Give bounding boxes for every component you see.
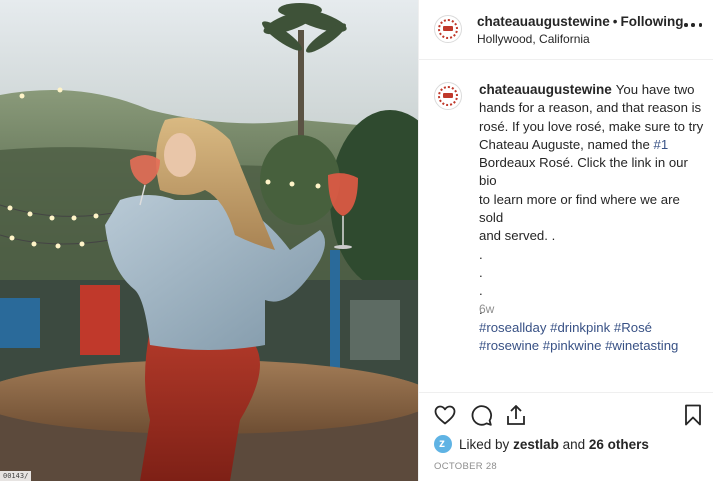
header-separator: • [612,14,618,29]
account-avatar[interactable] [434,15,462,43]
caption-avatar[interactable] [434,82,462,110]
caption-line-3: rosé. If you love rosé, make sure to try [479,118,704,134]
caption-line-11: . [479,301,483,317]
liker-avatar[interactable] [434,435,452,453]
following-button[interactable]: Following [621,14,684,29]
photo-illustration [0,0,418,481]
comment-bubble-icon[interactable] [469,403,493,427]
caption-line-10: . [479,283,483,299]
caption-line-5: Bordeaux Rosé. Click the link in our bio [479,155,688,189]
caption-age[interactable]: 6w [479,302,494,316]
location-link[interactable]: Hollywood, California [477,32,590,46]
post-header: chateauaugustewine • Following Hollywood, … [419,0,713,60]
caption-line-8: . [479,246,483,262]
heart-icon[interactable] [433,403,457,427]
header-title-line: chateauaugustewine • Following [477,14,684,29]
post-date[interactable]: OCTOBER 28 [434,461,497,472]
more-dot [684,23,688,27]
liker-username[interactable]: zestlab [513,437,559,452]
share-icon[interactable] [504,403,528,427]
caption-username[interactable]: chateauaugustewine [479,82,612,97]
caption-fragment: You have two [615,82,695,97]
caption-line-4: Chateau Auguste, named the #1 [479,136,704,154]
likes-and: and [562,436,586,452]
likes-prefix: Liked by [459,436,510,452]
caption-line-6: to learn more or find where we are sold [479,191,680,226]
post-panel: chateauaugustewine • Following Hollywood, … [418,0,713,481]
more-options-icon[interactable] [684,20,702,30]
likes-summary: Liked by zestlab and 26 others [434,434,649,454]
post-photo[interactable]: 00143/ [0,0,418,481]
hashtags-line-1[interactable]: #roseallday #drinkpink #Rosé [479,319,704,337]
more-dot [698,23,702,27]
caption-line-7: and served. . [479,228,556,244]
photo-id-label: 00143/ [0,471,32,481]
caption-comment: chateauaugustewine You have two hands for… [419,60,713,390]
action-bar [419,392,713,432]
caption-line-1: chateauaugustewine You have two [479,81,704,99]
caption-line-9: . [479,264,483,280]
likes-others-link[interactable]: 26 others [589,437,649,452]
caption-fragment: Chateau Auguste, named the [479,136,654,152]
header-username[interactable]: chateauaugustewine [477,14,610,29]
hashtags-line-2[interactable]: #rosewine #pinkwine #winetasting [479,337,704,355]
avatar-logo-mark [443,93,453,98]
avatar-logo-mark [443,26,453,31]
caption-line-2: hands for a reason, and that reason is [479,100,702,116]
caption-text: chateauaugustewine You have two hands for… [479,81,704,355]
more-dot [691,23,695,27]
caption-mention-link[interactable]: #1 [654,137,669,152]
bookmark-icon[interactable] [681,403,705,427]
